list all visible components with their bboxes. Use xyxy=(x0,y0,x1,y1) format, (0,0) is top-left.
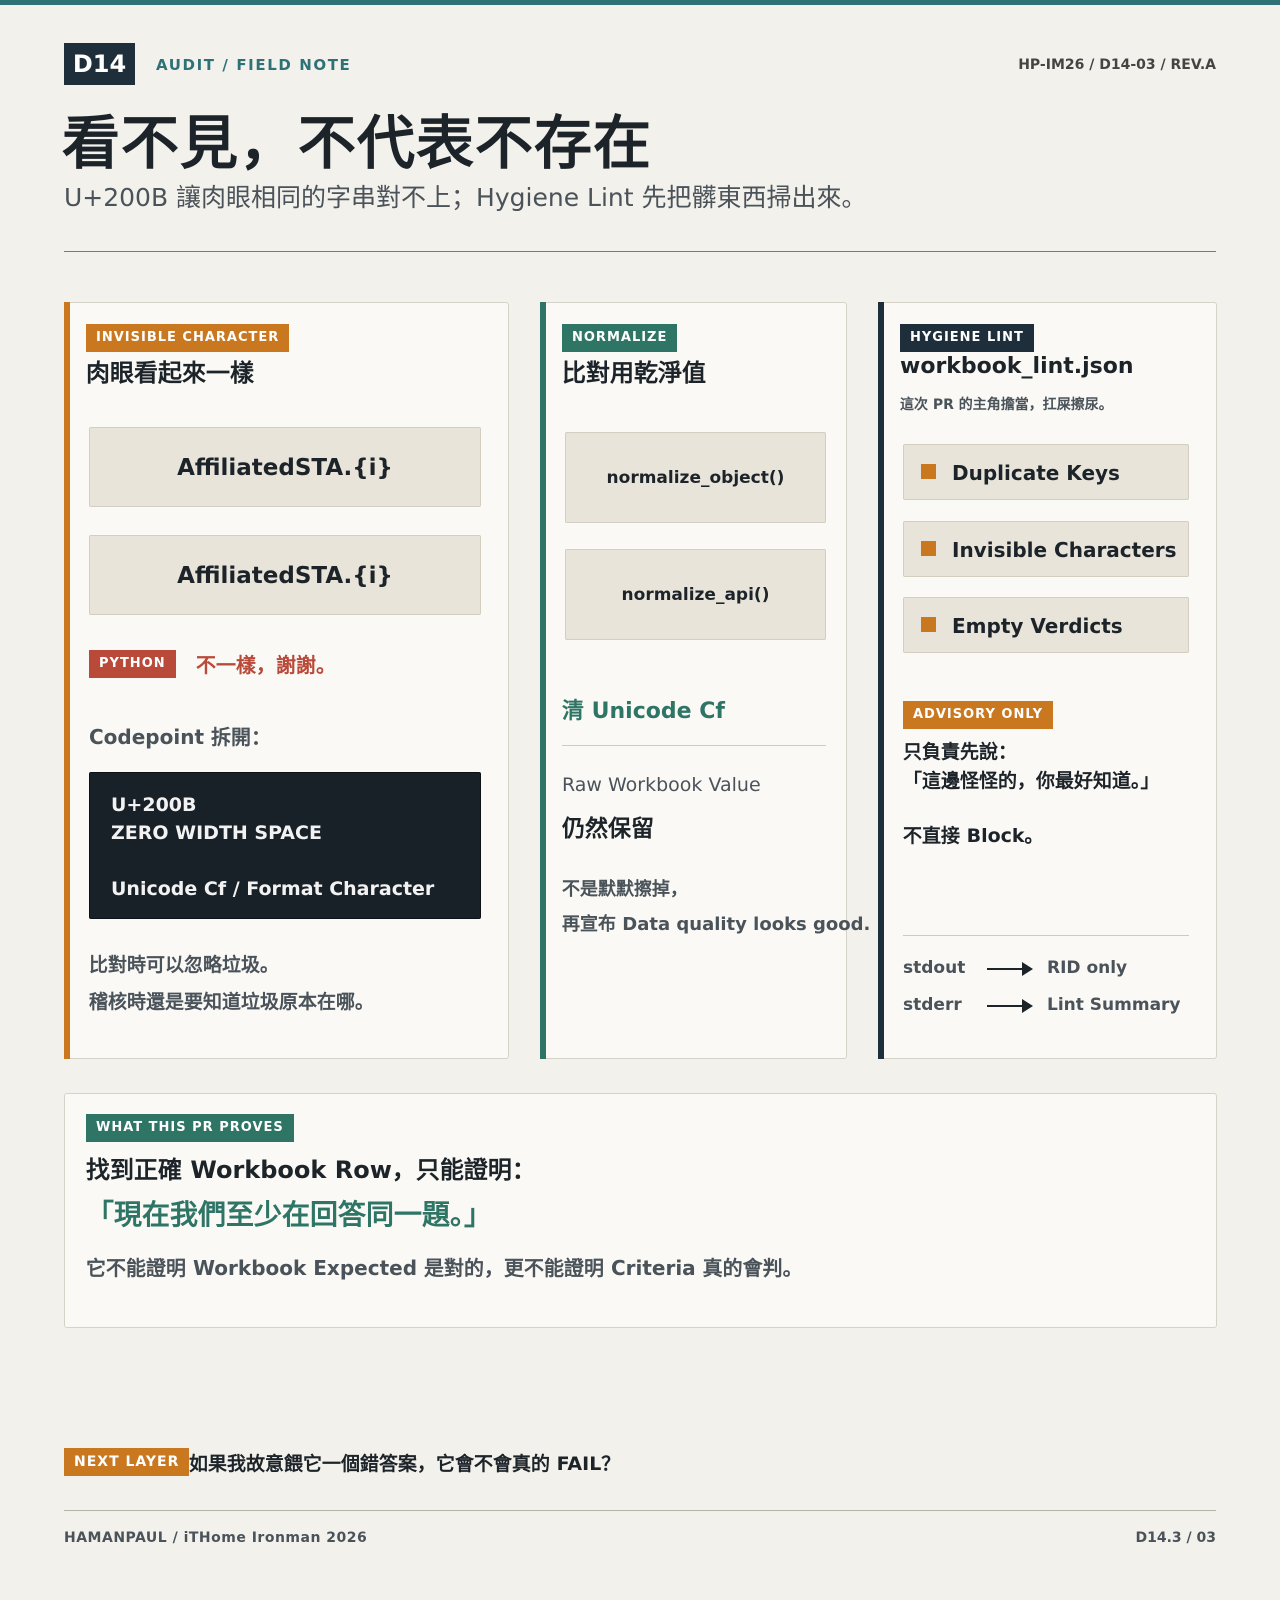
card-accent-bar xyxy=(64,302,70,1059)
normalize-card: NORMALIZE 比對用乾淨值 normalize_object() norm… xyxy=(540,302,870,1059)
card-tag: NORMALIZE xyxy=(562,324,678,352)
advisory-line-1: 只負責先說： xyxy=(903,741,1018,763)
lint-check-duplicate-keys: Duplicate Keys xyxy=(903,444,1189,500)
footer-page-number: D14.3 / 03 xyxy=(1135,1530,1216,1546)
python-verdict: 不一樣，謝謝。 xyxy=(196,653,336,677)
codepoint-value: U+200B xyxy=(111,794,197,816)
advisory-line-2: 「這邊怪怪的，你最好知道。」 xyxy=(903,770,1160,792)
card-tag: INVISIBLE CHARACTER xyxy=(86,324,290,352)
page-subtitle: U+200B 讓肉眼相同的字串對不上；Hygiene Lint 先把髒東西掃出來… xyxy=(64,183,867,212)
string-sample-b: AffiliatedSTA.{i} xyxy=(89,535,481,615)
codepoint-category: Unicode Cf / Format Character xyxy=(111,878,435,900)
stream-stdout-target: RID only xyxy=(1047,958,1128,978)
arrow-right-icon xyxy=(987,999,1033,1013)
note-compare: 比對時可以忽略垃圾。 xyxy=(89,954,280,976)
card-tag: HYGIENE LINT xyxy=(900,324,1034,352)
what-this-pr-proves-card: WHAT THIS PR PROVES 找到正確 Workbook Row，只能… xyxy=(64,1093,1217,1328)
string-sample-a: AffiliatedSTA.{i} xyxy=(89,427,481,507)
document-ref: HP-IM26 / D14-03 / REV.A xyxy=(1018,57,1216,73)
section-divider xyxy=(562,745,826,746)
card-heading: 比對用乾淨值 xyxy=(562,359,706,387)
raw-value-status: 仍然保留 xyxy=(562,816,654,842)
bullet-square-icon xyxy=(921,541,936,556)
bullet-square-icon xyxy=(921,617,936,632)
stream-stdout: stdout xyxy=(903,958,966,978)
arrow-right-icon xyxy=(987,962,1033,976)
top-accent-bar xyxy=(0,0,1280,5)
lint-check-empty-verdicts: Empty Verdicts xyxy=(903,597,1189,653)
proof-limitation: 它不能證明 Workbook Expected 是對的，更不能證明 Criter… xyxy=(86,1256,803,1280)
card-heading: 肉眼看起來一樣 xyxy=(86,359,254,387)
proof-statement: 找到正確 Workbook Row，只能證明： xyxy=(86,1156,536,1184)
lint-filename: workbook_lint.json xyxy=(900,354,1134,379)
codepoint-label: Codepoint 拆開： xyxy=(89,725,271,749)
no-block-note: 不直接 Block。 xyxy=(903,825,1044,847)
stream-stderr-target: Lint Summary xyxy=(1047,995,1181,1015)
lint-caption: 這次 PR 的主角擔當，扛屎擦尿。 xyxy=(900,397,1113,413)
function-normalize-api: normalize_api() xyxy=(565,549,826,640)
bullet-square-icon xyxy=(921,464,936,479)
codepoint-panel: U+200B ZERO WIDTH SPACE Unicode Cf / For… xyxy=(89,772,481,919)
advisory-tag: ADVISORY ONLY xyxy=(903,701,1054,729)
footer-divider xyxy=(64,1510,1216,1511)
next-layer-question: 如果我故意餵它一個錯答案，它會不會真的 FAIL？ xyxy=(189,1453,621,1475)
footer-author: HAMANPAUL / iTHome Ironman 2026 xyxy=(64,1530,368,1546)
stream-stderr: stderr xyxy=(903,995,962,1015)
lint-check-invisible-characters: Invisible Characters xyxy=(903,521,1189,577)
invisible-character-card: INVISIBLE CHARACTER 肉眼看起來一樣 AffiliatedST… xyxy=(64,302,509,1059)
kicker: AUDIT / FIELD NOTE xyxy=(156,56,352,74)
hygiene-lint-card: HYGIENE LINT workbook_lint.json 這次 PR 的主… xyxy=(878,302,1217,1059)
raw-value-label: Raw Workbook Value xyxy=(562,774,761,796)
next-layer-tag: NEXT LAYER xyxy=(64,1448,190,1476)
card-tag: WHAT THIS PR PROVES xyxy=(86,1114,294,1142)
card-accent-bar xyxy=(878,302,884,1059)
note-not-silent: 不是默默擦掉， xyxy=(562,879,688,900)
python-tag: PYTHON xyxy=(89,650,176,678)
page-title: 看不見，不代表不存在 xyxy=(62,109,653,177)
streams-divider xyxy=(903,935,1189,936)
function-normalize-object: normalize_object() xyxy=(565,432,826,523)
note-audit: 稽核時還是要知道垃圾原本在哪。 xyxy=(89,991,375,1013)
proof-quote: 「現在我們至少在回答同一題。」 xyxy=(86,1198,493,1231)
card-accent-bar xyxy=(540,302,546,1059)
codepoint-name: ZERO WIDTH SPACE xyxy=(111,822,322,844)
day-badge: D14 xyxy=(64,43,135,85)
clean-unicode-label: 清 Unicode Cf xyxy=(562,699,725,724)
note-data-quality: 再宣布 Data quality looks good. xyxy=(562,914,871,935)
header-divider xyxy=(64,251,1216,252)
